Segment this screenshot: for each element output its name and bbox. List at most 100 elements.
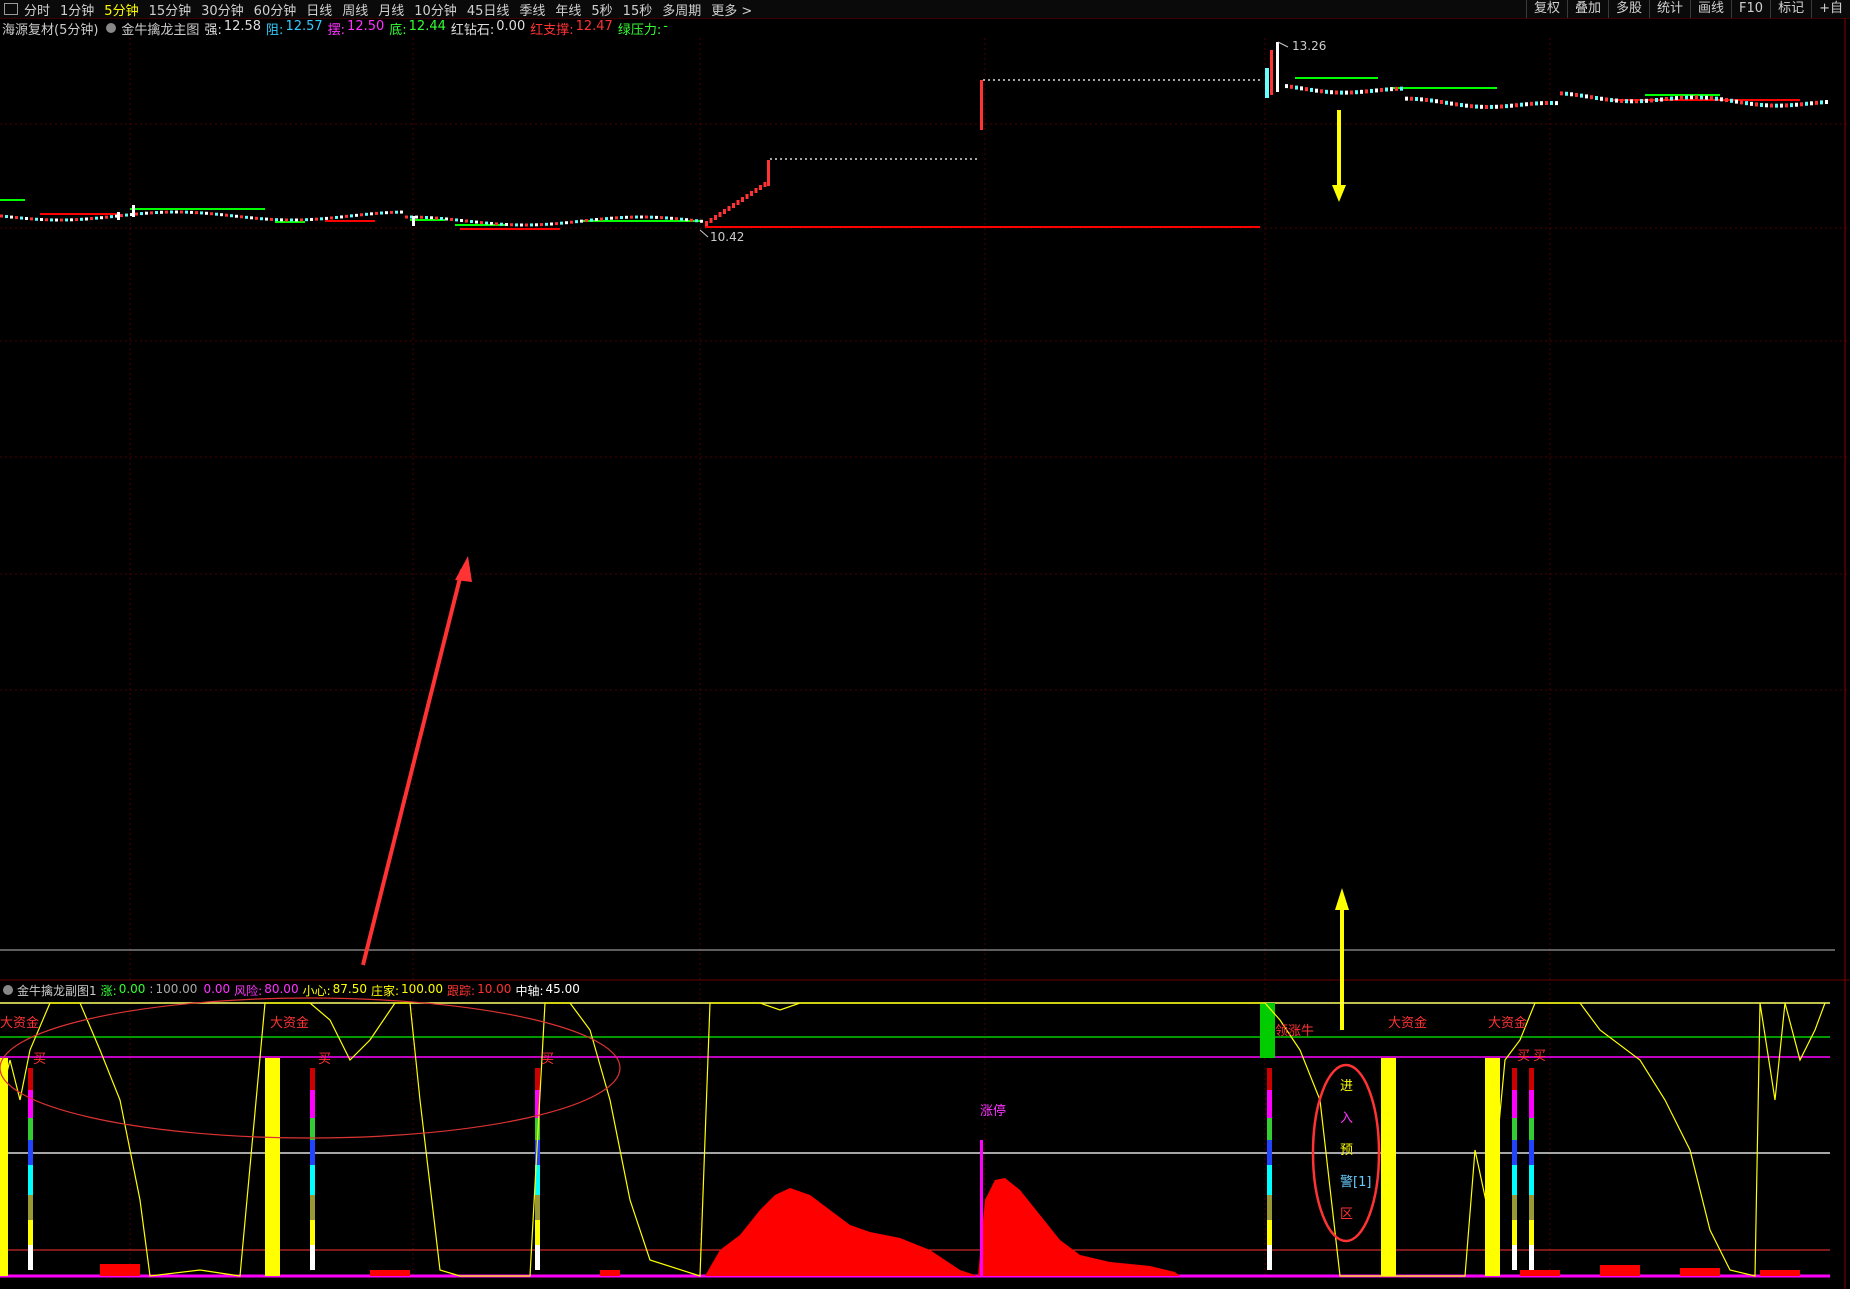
candle [1745, 101, 1748, 106]
candle [1795, 102, 1798, 107]
candle [300, 218, 303, 222]
candle [1720, 97, 1723, 102]
candle [1630, 99, 1633, 104]
candle [1635, 99, 1638, 104]
candle [615, 216, 618, 220]
candle [430, 216, 433, 220]
buy-label: 买 [541, 1052, 554, 1067]
candle [315, 217, 318, 221]
candle [1435, 99, 1438, 104]
candle [235, 214, 238, 218]
candle [605, 217, 608, 221]
stacked-signal-bar [28, 1090, 33, 1118]
candle [355, 213, 358, 217]
candle [60, 218, 63, 222]
price-chart[interactable]: 10.4213.26大资金 大资金 大资金 大资金买买买买买涨停领涨牛进入预警[1]区 [0, 0, 1850, 1289]
candle [365, 212, 368, 216]
candle [185, 210, 188, 214]
candle [1585, 94, 1588, 99]
candle [195, 211, 198, 215]
candle [170, 210, 173, 214]
yellow-signal-bar [265, 1058, 280, 1276]
candle [1755, 102, 1758, 107]
candle [470, 220, 473, 224]
candle [1315, 88, 1318, 93]
candle [140, 212, 143, 216]
candle [1610, 98, 1613, 103]
candle [465, 219, 468, 223]
candle [210, 212, 213, 216]
stacked-signal-bar [1529, 1140, 1534, 1165]
candle [1675, 96, 1678, 101]
candle [1380, 87, 1383, 92]
label-pointer [699, 229, 709, 238]
candle [240, 215, 243, 219]
candle [155, 211, 158, 215]
low-price-label: 10.42 [710, 230, 744, 244]
yellow-signal-bar [1485, 1058, 1500, 1276]
candle [1695, 95, 1698, 100]
candle [655, 215, 658, 219]
candle [1265, 68, 1269, 98]
candle [1685, 95, 1688, 100]
candle [455, 218, 458, 222]
candle [40, 218, 43, 222]
candle [255, 216, 258, 220]
candle [1700, 95, 1703, 100]
candle [1800, 102, 1803, 107]
candle [1665, 96, 1668, 101]
stacked-signal-bar [1512, 1090, 1517, 1118]
candle [635, 215, 638, 219]
red-volume-blip [1600, 1265, 1640, 1276]
candle [110, 215, 113, 219]
candle [290, 218, 293, 222]
stacked-signal-bar [310, 1090, 315, 1118]
candle [1270, 50, 1273, 95]
stacked-signal-bar [1512, 1245, 1517, 1270]
candle [585, 219, 588, 223]
candle [590, 218, 593, 222]
candle [250, 216, 253, 220]
candle [520, 223, 523, 227]
candle [412, 216, 415, 226]
candle [767, 160, 770, 186]
candle [1710, 96, 1713, 101]
candle [1715, 96, 1718, 101]
candle [330, 216, 333, 220]
candle [360, 213, 363, 217]
red-volume-area [978, 1178, 1180, 1276]
yellow-arrow-head [1332, 185, 1346, 202]
candle [260, 217, 263, 221]
candle [45, 218, 48, 222]
candle [1735, 99, 1738, 104]
candle [485, 221, 488, 225]
red-volume-blip [370, 1270, 410, 1276]
candle [415, 215, 418, 219]
candle [65, 218, 68, 222]
candle [445, 217, 448, 221]
stacked-signal-bar [1512, 1195, 1517, 1220]
red-volume-blip [600, 1270, 620, 1276]
candle [660, 216, 663, 220]
candle [665, 216, 668, 220]
candle [1305, 87, 1308, 92]
buy-label: 买 [1517, 1049, 1530, 1064]
candle [265, 217, 268, 221]
candle [1815, 100, 1818, 105]
candle [1645, 98, 1648, 103]
candle [1725, 98, 1728, 103]
candle [180, 210, 183, 214]
stacked-signal-bar [1529, 1090, 1534, 1118]
candle [5, 215, 8, 219]
candle [1455, 102, 1458, 107]
candle [1640, 99, 1643, 104]
candle [120, 214, 123, 218]
candle [555, 222, 558, 226]
candle [1790, 103, 1793, 108]
candle [1555, 101, 1558, 106]
candle [440, 217, 443, 221]
candle [1430, 98, 1433, 103]
stacked-signal-bar [310, 1245, 315, 1270]
candle [1395, 86, 1398, 91]
candle [1545, 101, 1548, 106]
